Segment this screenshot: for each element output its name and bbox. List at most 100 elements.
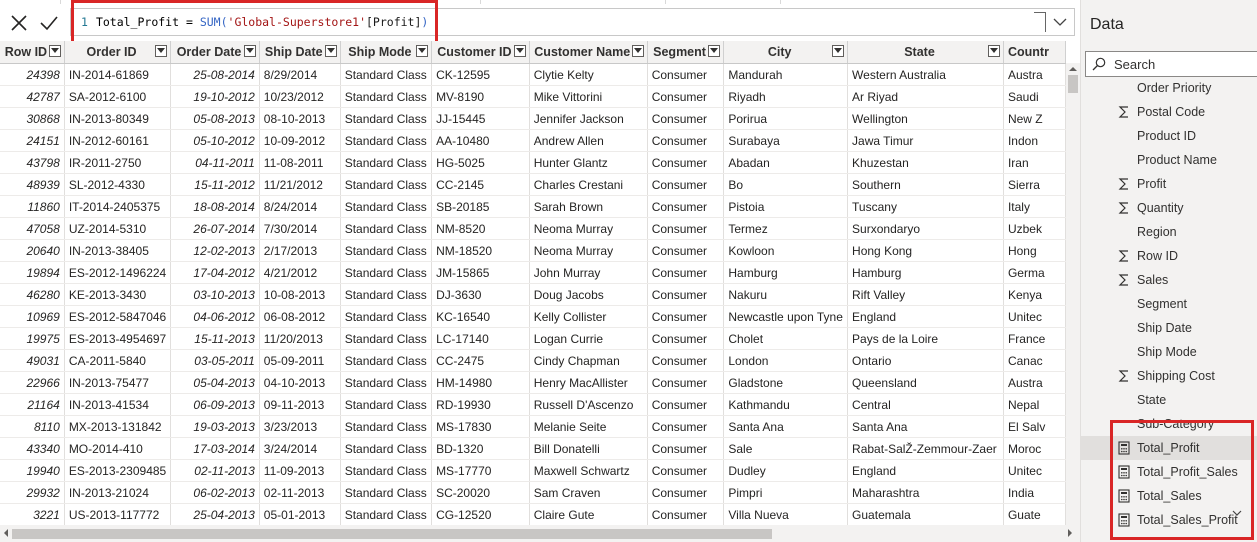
table-cell: Jawa Timur bbox=[847, 129, 1004, 152]
field-item[interactable]: State bbox=[1081, 388, 1257, 412]
filter-dropdown-icon[interactable] bbox=[155, 45, 168, 57]
table-cell: UZ-2014-5310 bbox=[64, 217, 172, 240]
filter-dropdown-icon[interactable] bbox=[513, 45, 526, 57]
table-cell: 19975 bbox=[0, 327, 65, 350]
column-header[interactable]: Customer Name bbox=[529, 41, 648, 64]
table-cell: Standard Class bbox=[340, 85, 433, 108]
sigma-icon bbox=[1117, 249, 1131, 263]
scroll-left-icon[interactable] bbox=[2, 529, 10, 537]
table-cell: Standard Class bbox=[340, 239, 433, 262]
scroll-right-icon[interactable] bbox=[1066, 529, 1074, 537]
table-cell: 25-04-2013 bbox=[170, 503, 260, 525]
table-cell: 17-03-2014 bbox=[170, 437, 260, 460]
table-cell: 42787 bbox=[0, 85, 65, 108]
table-row: 43340 MO-2014-410 17-03-2014 3/24/2014 Stand… bbox=[0, 437, 1066, 460]
table-cell: 24151 bbox=[0, 129, 65, 152]
field-item[interactable]: Sub-Category bbox=[1081, 412, 1257, 436]
field-item[interactable]: Ship Mode bbox=[1081, 340, 1257, 364]
table-cell: AA-10480 bbox=[431, 129, 530, 152]
table-cell: Moroc bbox=[1003, 437, 1066, 460]
formula-input[interactable]: 1 Total_Profit = SUM('Global-Superstore1'… bbox=[70, 8, 1075, 36]
table-cell: 2/17/2013 bbox=[259, 239, 341, 262]
field-item[interactable]: Total_Profit bbox=[1081, 436, 1257, 460]
filter-dropdown-icon[interactable] bbox=[708, 45, 721, 57]
field-item[interactable]: Shipping Cost bbox=[1081, 364, 1257, 388]
expand-chevron-icon[interactable] bbox=[1052, 15, 1068, 29]
column-header[interactable]: State bbox=[847, 41, 1004, 64]
search-placeholder: Search bbox=[1114, 57, 1156, 72]
table-cell: 30868 bbox=[0, 107, 65, 130]
column-header[interactable]: Order Date bbox=[170, 41, 260, 64]
horizontal-scroll-thumb[interactable] bbox=[12, 529, 772, 539]
field-label: Total_Profit bbox=[1137, 441, 1200, 455]
table-cell: London bbox=[723, 349, 849, 372]
column-header[interactable]: Order ID bbox=[64, 41, 172, 64]
filter-dropdown-icon[interactable] bbox=[987, 45, 1000, 57]
table-cell: 47058 bbox=[0, 217, 65, 240]
column-header[interactable]: Row ID bbox=[0, 41, 65, 64]
grid-vertical-scrollbar[interactable] bbox=[1066, 63, 1080, 525]
field-item[interactable]: Row ID bbox=[1081, 244, 1257, 268]
table-cell: IN-2013-21024 bbox=[64, 481, 172, 504]
table-cell: Andrew Allen bbox=[529, 129, 648, 152]
column-header[interactable]: Ship Date bbox=[259, 41, 341, 64]
filter-dropdown-icon[interactable] bbox=[324, 45, 337, 57]
filter-dropdown-icon[interactable] bbox=[832, 45, 845, 57]
table-row: 21164 IN-2013-41534 06-09-2013 09-11-2013 St… bbox=[0, 393, 1066, 416]
column-header[interactable]: Countr bbox=[1003, 41, 1066, 64]
table-cell: Consumer bbox=[647, 85, 725, 108]
field-list-scroll-down-icon[interactable] bbox=[1232, 508, 1242, 518]
field-item[interactable]: Product Name bbox=[1081, 148, 1257, 172]
column-header[interactable]: City bbox=[723, 41, 849, 64]
field-item[interactable]: Ship Date bbox=[1081, 316, 1257, 340]
field-search-input[interactable]: Search bbox=[1085, 51, 1257, 77]
table-cell: 10-09-2012 bbox=[259, 129, 341, 152]
table-cell: 43798 bbox=[0, 151, 65, 174]
table-row: 19940 ES-2013-2309485 02-11-2013 11-09-2013… bbox=[0, 459, 1066, 482]
field-item[interactable]: Segment bbox=[1081, 292, 1257, 316]
vertical-scroll-thumb[interactable] bbox=[1068, 75, 1078, 93]
field-item[interactable]: Postal Code bbox=[1081, 100, 1257, 124]
table-cell: Porirua bbox=[723, 107, 849, 130]
table-cell: Standard Class bbox=[340, 393, 433, 416]
field-item[interactable]: Total_Sales_Profit bbox=[1081, 508, 1257, 532]
field-item[interactable]: Sales bbox=[1081, 268, 1257, 292]
column-header[interactable]: Customer ID bbox=[431, 41, 530, 64]
table-cell: 11860 bbox=[0, 195, 65, 218]
commit-check-icon[interactable] bbox=[38, 12, 60, 34]
filter-dropdown-icon[interactable] bbox=[416, 45, 429, 57]
formula-scrollbar[interactable] bbox=[1034, 12, 1046, 32]
sigma-icon bbox=[1117, 369, 1131, 383]
field-item[interactable]: Total_Profit_Sales bbox=[1081, 460, 1257, 484]
field-item[interactable]: Total_Sales bbox=[1081, 484, 1257, 508]
table-cell: Santa Ana bbox=[847, 415, 1004, 438]
table-cell: 06-08-2012 bbox=[259, 305, 341, 328]
table-cell: John Murray bbox=[529, 261, 648, 284]
field-label: Region bbox=[1137, 225, 1177, 239]
filter-dropdown-icon[interactable] bbox=[48, 45, 61, 57]
table-cell: Hong bbox=[1003, 239, 1066, 262]
filter-dropdown-icon[interactable] bbox=[243, 45, 256, 57]
field-label: Shipping Cost bbox=[1137, 369, 1215, 383]
column-header[interactable]: Segment bbox=[647, 41, 725, 64]
table-cell: Central bbox=[847, 393, 1004, 416]
table-cell: Sierra bbox=[1003, 173, 1066, 196]
table-cell: Kenya bbox=[1003, 283, 1066, 306]
column-header[interactable]: Ship Mode bbox=[340, 41, 433, 64]
cancel-icon[interactable] bbox=[8, 12, 30, 34]
field-item[interactable]: Order Priority bbox=[1081, 76, 1257, 100]
table-cell: 48939 bbox=[0, 173, 65, 196]
field-item[interactable]: Product ID bbox=[1081, 124, 1257, 148]
filter-dropdown-icon[interactable] bbox=[631, 45, 644, 57]
field-item[interactable]: Quantity bbox=[1081, 196, 1257, 220]
table-cell: Germa bbox=[1003, 261, 1066, 284]
field-item[interactable]: Profit bbox=[1081, 172, 1257, 196]
table-cell: Southern bbox=[847, 173, 1004, 196]
field-item[interactable]: Region bbox=[1081, 220, 1257, 244]
table-cell: Canac bbox=[1003, 349, 1066, 372]
table-cell: 11-09-2013 bbox=[259, 459, 341, 482]
table-cell: 10-08-2013 bbox=[259, 283, 341, 306]
table-cell: Standard Class bbox=[340, 195, 433, 218]
grid-horizontal-scrollbar[interactable] bbox=[0, 525, 1080, 542]
scroll-up-icon[interactable] bbox=[1069, 65, 1077, 73]
